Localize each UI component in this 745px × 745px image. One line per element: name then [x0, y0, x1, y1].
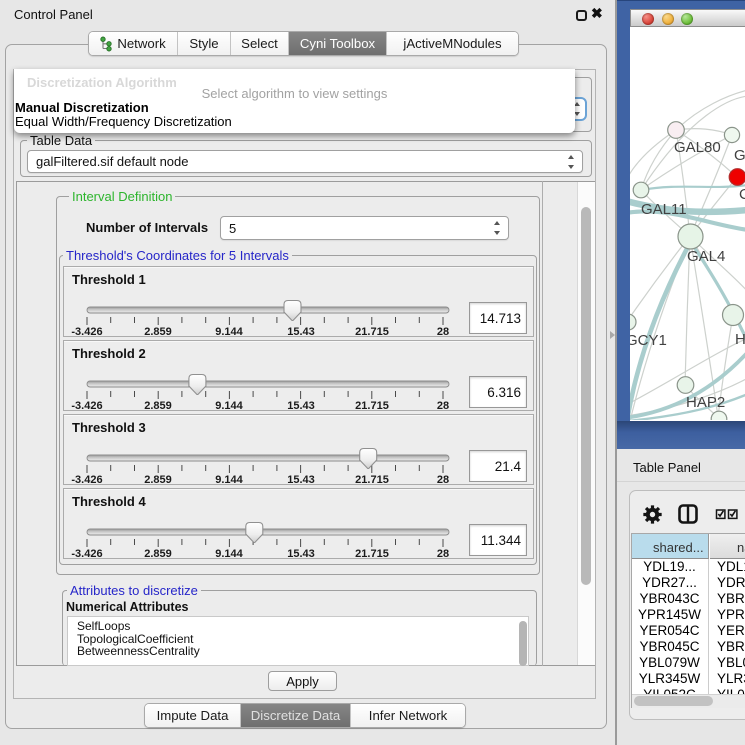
svg-text:GA: GA — [734, 147, 745, 164]
svg-text:GAL11: GAL11 — [641, 201, 687, 218]
svg-text:GAL4: GAL4 — [687, 248, 725, 265]
svg-text:HAP2: HAP2 — [686, 394, 725, 411]
svg-text:HI: HI — [735, 331, 745, 348]
svg-text:C: C — [739, 186, 745, 203]
svg-text:GCY1: GCY1 — [630, 332, 667, 349]
svg-text:GAL80: GAL80 — [674, 139, 721, 156]
